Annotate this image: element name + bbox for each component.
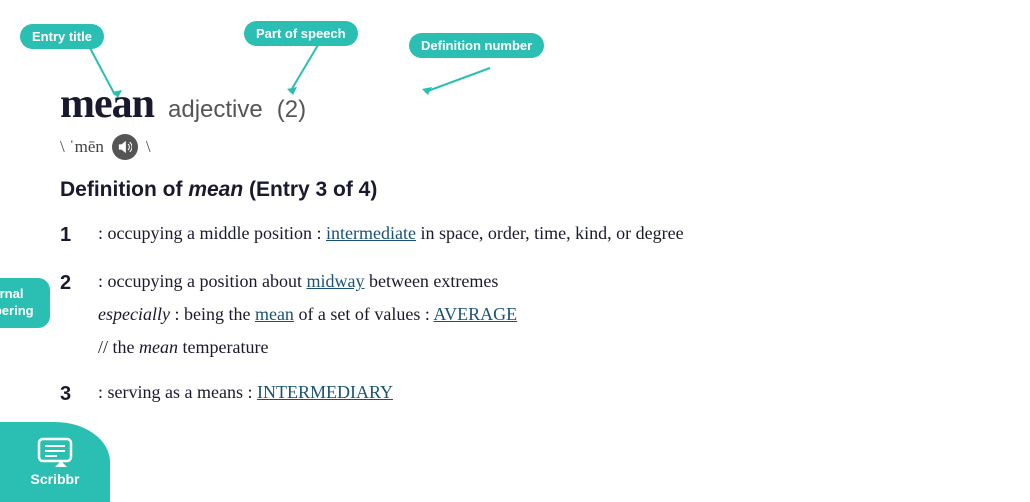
part-of-speech-label: Part of speech [256, 26, 346, 41]
definition-item-3: 3 : serving as a means : INTERMEDIARY [60, 379, 990, 409]
def-text-2: : occupying a position about midway betw… [98, 268, 990, 361]
def-link-midway[interactable]: midway [306, 271, 364, 291]
def-text-3: : serving as a means : INTERMEDIARY [98, 379, 990, 409]
def-text-1: : occupying a middle position : intermed… [98, 220, 990, 250]
def-comment-prefix: // the [98, 337, 139, 357]
entry-pos: adjective [168, 96, 263, 124]
scribbr-logo: Scribbr [0, 422, 110, 502]
def-sub-2: especially : being the mean of a set of … [98, 301, 990, 328]
def-sub-2b: // the mean temperature [98, 334, 990, 361]
entry-title-bubble: Entry title [20, 24, 104, 49]
pronunciation-close: \ [146, 137, 151, 157]
def-number-2: 2 [60, 268, 80, 361]
def-link-intermediary[interactable]: INTERMEDIARY [257, 382, 393, 402]
pronunciation-text: \ ˈmēn [60, 137, 104, 157]
part-of-speech-bubble: Part of speech [244, 21, 358, 46]
def-number-1: 1 [60, 220, 80, 250]
def-sub-especially: especially [98, 304, 170, 324]
scribbr-icon [37, 437, 73, 467]
def-header-word: mean [188, 178, 243, 201]
def-link-intermediate[interactable]: intermediate [326, 223, 416, 243]
def-link-average[interactable]: AVERAGE [433, 304, 517, 324]
def-number-3: 3 [60, 379, 80, 409]
definition-number-bubble: Definition number [409, 33, 544, 58]
pronunciation-line: \ ˈmēn \ [60, 134, 990, 160]
definition-item-1: 1 : occupying a middle position : interm… [60, 220, 990, 250]
definition-list: 1 : occupying a middle position : interm… [60, 220, 990, 409]
entry-heading: mean adjective (2) [60, 80, 990, 128]
def-link-mean[interactable]: mean [255, 304, 294, 324]
internal-numbering-label: Internalnumbering [0, 286, 34, 318]
definition-header: Definition of mean (Entry 3 of 4) [60, 178, 990, 202]
main-content: mean adjective (2) \ ˈmēn \ Definition o… [60, 80, 990, 427]
definition-number-label: Definition number [421, 38, 532, 53]
sound-button[interactable] [112, 134, 138, 160]
entry-word: mean [60, 80, 154, 128]
def-mean-italic: mean [139, 337, 178, 357]
internal-numbering-bubble: Internalnumbering [0, 278, 50, 328]
scribbr-label: Scribbr [30, 471, 79, 487]
entry-title-label: Entry title [32, 29, 92, 44]
definition-item-2: Internalnumbering 2 : occupying a positi… [0, 268, 990, 361]
entry-num: (2) [277, 96, 306, 124]
